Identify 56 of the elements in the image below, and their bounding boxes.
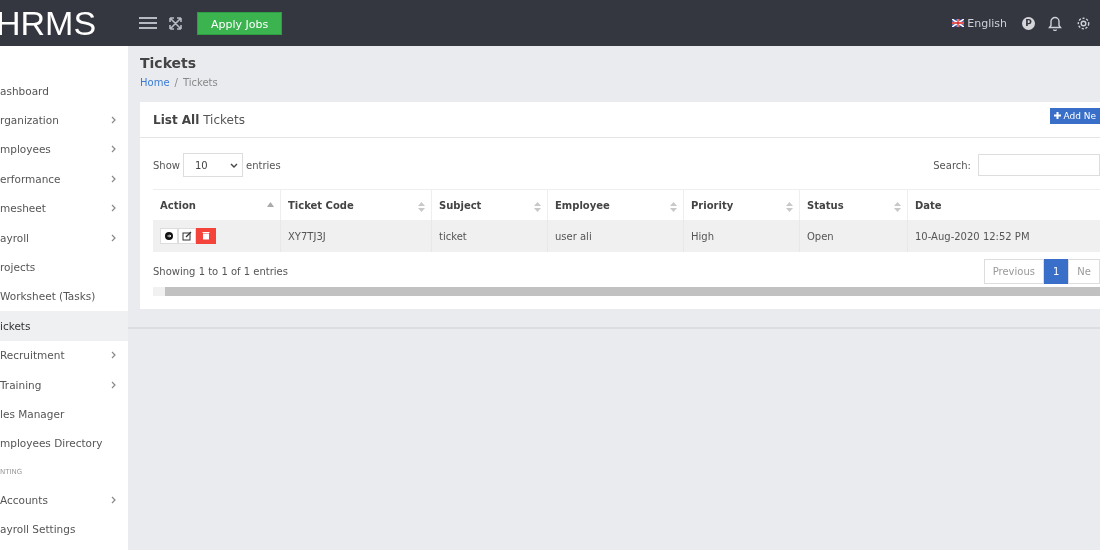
breadcrumb-current: Tickets — [182, 77, 218, 88]
entries-label: entries — [246, 159, 281, 171]
trash-icon[interactable] — [196, 228, 216, 244]
sidebar-item[interactable]: Training — [0, 369, 128, 400]
menu-icon[interactable] — [139, 16, 157, 30]
table-cell: Open — [799, 220, 908, 252]
chevron-right-icon[interactable] — [111, 204, 116, 213]
flag-icon[interactable] — [952, 19, 965, 27]
add-new-button[interactable]: Add Ne — [1050, 107, 1100, 124]
expand-arrows-icon[interactable] — [169, 16, 182, 30]
entries-select[interactable]: 10 — [183, 153, 243, 177]
chevron-right-icon[interactable] — [111, 233, 116, 242]
table-cell: user ali — [547, 220, 684, 252]
page-title: Tickets — [140, 55, 198, 71]
chevron-right-icon[interactable] — [111, 116, 116, 125]
user-avatar[interactable]: P — [1022, 16, 1035, 30]
bell-icon[interactable] — [1048, 15, 1062, 31]
search-label: Search: — [933, 159, 971, 171]
chevron-right-icon[interactable] — [111, 174, 116, 183]
sidebar-item[interactable]: rojects — [0, 252, 128, 282]
card-title: List All Tickets — [153, 112, 245, 127]
table-cell: 10-Aug-2020 12:52 PM — [907, 220, 1100, 252]
view-icon[interactable] — [160, 228, 178, 244]
sidebar-item[interactable]: mployees — [0, 134, 128, 165]
chevron-right-icon[interactable] — [111, 145, 116, 154]
sidebar-item[interactable]: Worksheet (Tasks) — [0, 281, 128, 312]
sidebar-item[interactable]: rganization — [0, 105, 128, 135]
table-cell: High — [683, 220, 800, 252]
sidebar-item[interactable]: ayroll Settings — [0, 514, 128, 544]
edit-icon[interactable] — [178, 228, 196, 244]
table-info: Showing 1 to 1 of 1 entries — [153, 266, 288, 277]
pagination-button[interactable]: 1 — [1044, 259, 1069, 284]
sidebar-item[interactable]: mployees Directory — [0, 428, 128, 459]
chevron-right-icon[interactable] — [111, 495, 116, 504]
sidebar-item[interactable]: mesheet — [0, 193, 128, 223]
chevron-right-icon[interactable] — [111, 380, 116, 389]
sort-ascending-icon[interactable] — [267, 202, 274, 207]
table-cell: XY7TJ3J — [280, 220, 432, 252]
search-field[interactable] — [978, 154, 1100, 176]
settings-icon[interactable] — [1076, 15, 1091, 31]
breadcrumb-link[interactable]: Home — [140, 77, 170, 88]
horizontal-scrollbar[interactable] — [153, 287, 1100, 296]
sidebar-item[interactable]: Recruitment — [0, 340, 128, 370]
breadcrumb-separator: / — [174, 77, 178, 88]
chevron-right-icon[interactable] — [111, 351, 116, 360]
sidebar-item[interactable]: erformance — [0, 164, 128, 194]
show-label: Show — [153, 159, 180, 171]
sidebar-item[interactable]: ickets — [0, 311, 128, 341]
language-selector[interactable]: English — [952, 16, 1007, 30]
sidebar-item[interactable]: les Manager — [0, 399, 128, 429]
sidebar-item[interactable]: Accounts — [0, 485, 128, 515]
sidebar-item[interactable]: ayroll — [0, 222, 128, 253]
plus-icon[interactable] — [1054, 112, 1062, 119]
table-cell: ticket — [431, 220, 548, 252]
chevron-down-icon[interactable] — [230, 162, 238, 168]
sidebar-item[interactable]: ashboard — [0, 76, 128, 106]
